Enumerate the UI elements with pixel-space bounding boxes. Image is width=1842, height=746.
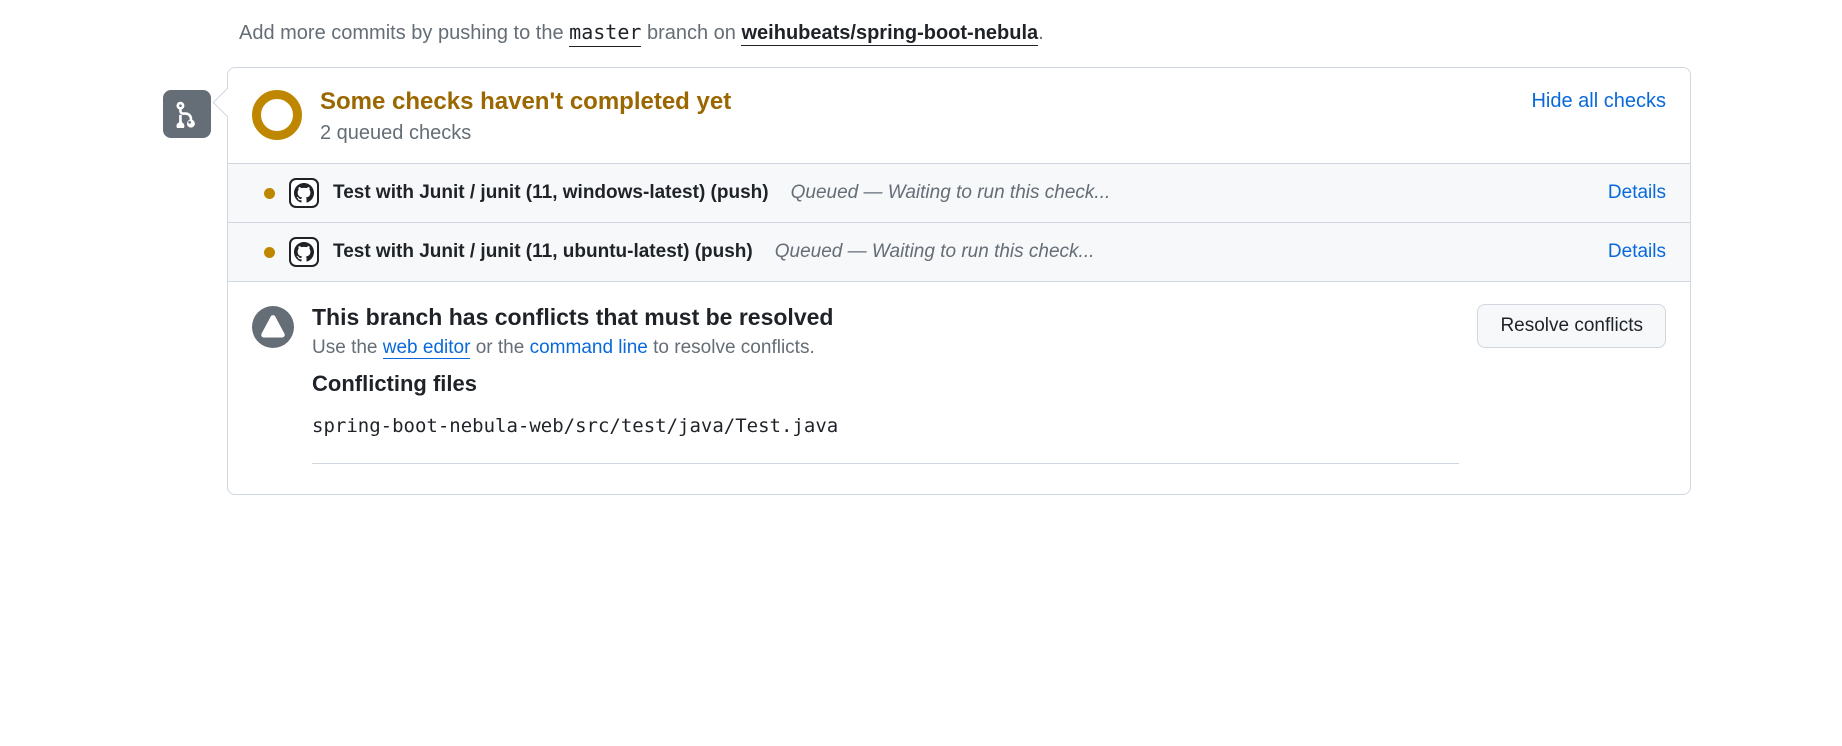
conflicts-title: This branch has conflicts that must be r…	[312, 304, 1459, 331]
hint-suffix: to resolve conflicts.	[648, 337, 815, 358]
github-actions-icon	[289, 178, 319, 208]
conflicting-file: spring-boot-nebula-web/src/test/java/Tes…	[312, 415, 1459, 464]
pending-dot-icon	[264, 188, 275, 199]
conflicts-section: This branch has conflicts that must be r…	[228, 281, 1690, 494]
checks-status-subtitle: 2 queued checks	[320, 122, 1513, 145]
check-status: Queued — Waiting to run this check...	[791, 182, 1111, 204]
hint-suffix: .	[1038, 22, 1044, 44]
timeline-sidebar	[151, 20, 211, 495]
alert-icon	[252, 306, 294, 348]
check-details-link[interactable]: Details	[1608, 182, 1666, 204]
hide-all-checks-link[interactable]: Hide all checks	[1531, 90, 1666, 113]
hint-prefix: Use the	[312, 337, 383, 358]
checks-status-title: Some checks haven't completed yet	[320, 88, 1513, 116]
check-name: Test with Junit / junit (11, windows-lat…	[333, 182, 769, 204]
conflicts-hint: Use the web editor or the command line t…	[312, 337, 1459, 359]
check-name: Test with Junit / junit (11, ubuntu-late…	[333, 241, 753, 263]
check-details-link[interactable]: Details	[1608, 241, 1666, 263]
git-merge-icon	[163, 90, 211, 138]
web-editor-link[interactable]: web editor	[383, 337, 471, 359]
check-row: Test with Junit / junit (11, windows-lat…	[228, 164, 1690, 222]
checks-list: Test with Junit / junit (11, windows-lat…	[228, 163, 1690, 281]
push-hint-text: Add more commits by pushing to the maste…	[239, 20, 1691, 45]
branch-name[interactable]: master	[569, 20, 641, 47]
check-status: Queued — Waiting to run this check...	[775, 241, 1095, 263]
github-actions-icon	[289, 237, 319, 267]
pending-dot-icon	[264, 247, 275, 258]
hint-mid: or the	[470, 337, 529, 358]
conflicting-files-title: Conflicting files	[312, 371, 1459, 397]
hint-mid: branch on	[641, 22, 741, 44]
check-row: Test with Junit / junit (11, ubuntu-late…	[228, 222, 1690, 281]
checks-status-header: Some checks haven't completed yet 2 queu…	[228, 68, 1690, 163]
resolve-conflicts-button[interactable]: Resolve conflicts	[1477, 304, 1666, 348]
hint-prefix: Add more commits by pushing to the	[239, 22, 569, 44]
repo-link[interactable]: weihubeats/spring-boot-nebula	[741, 22, 1038, 46]
pending-status-icon	[252, 90, 302, 140]
command-line-link[interactable]: command line	[530, 337, 648, 358]
merge-status-box: Some checks haven't completed yet 2 queu…	[227, 67, 1691, 495]
